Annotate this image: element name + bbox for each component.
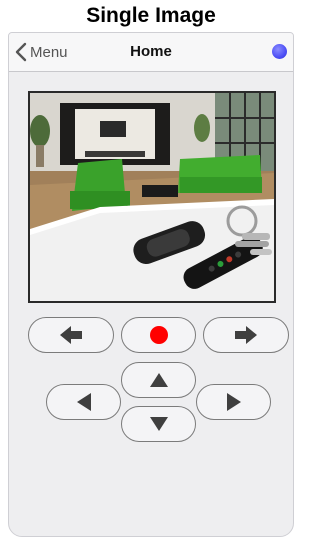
next-icon (235, 326, 257, 344)
tilt-up-button[interactable] (121, 362, 196, 398)
previous-button[interactable] (28, 317, 114, 353)
tilt-down-button[interactable] (121, 406, 196, 442)
navigation-bar: Menu Home (9, 33, 293, 72)
pan-right-button[interactable] (196, 384, 271, 420)
back-button[interactable]: Menu (15, 40, 68, 64)
chevron-left-icon (15, 42, 27, 62)
living-room-photo (30, 93, 274, 301)
record-button[interactable] (121, 317, 196, 353)
pan-left-button[interactable] (46, 384, 121, 420)
page-caption: Single Image (86, 4, 216, 27)
back-label: Menu (30, 43, 68, 61)
next-button[interactable] (203, 317, 289, 353)
tilt-down-icon (149, 417, 168, 431)
phone-screen: Menu Home (8, 32, 294, 537)
status-indicator (272, 44, 287, 59)
pan-right-icon (226, 393, 241, 411)
record-icon (149, 326, 168, 344)
camera-image (28, 91, 276, 303)
pan-left-icon (76, 393, 91, 411)
previous-icon (60, 326, 82, 344)
tilt-up-icon (149, 373, 168, 387)
